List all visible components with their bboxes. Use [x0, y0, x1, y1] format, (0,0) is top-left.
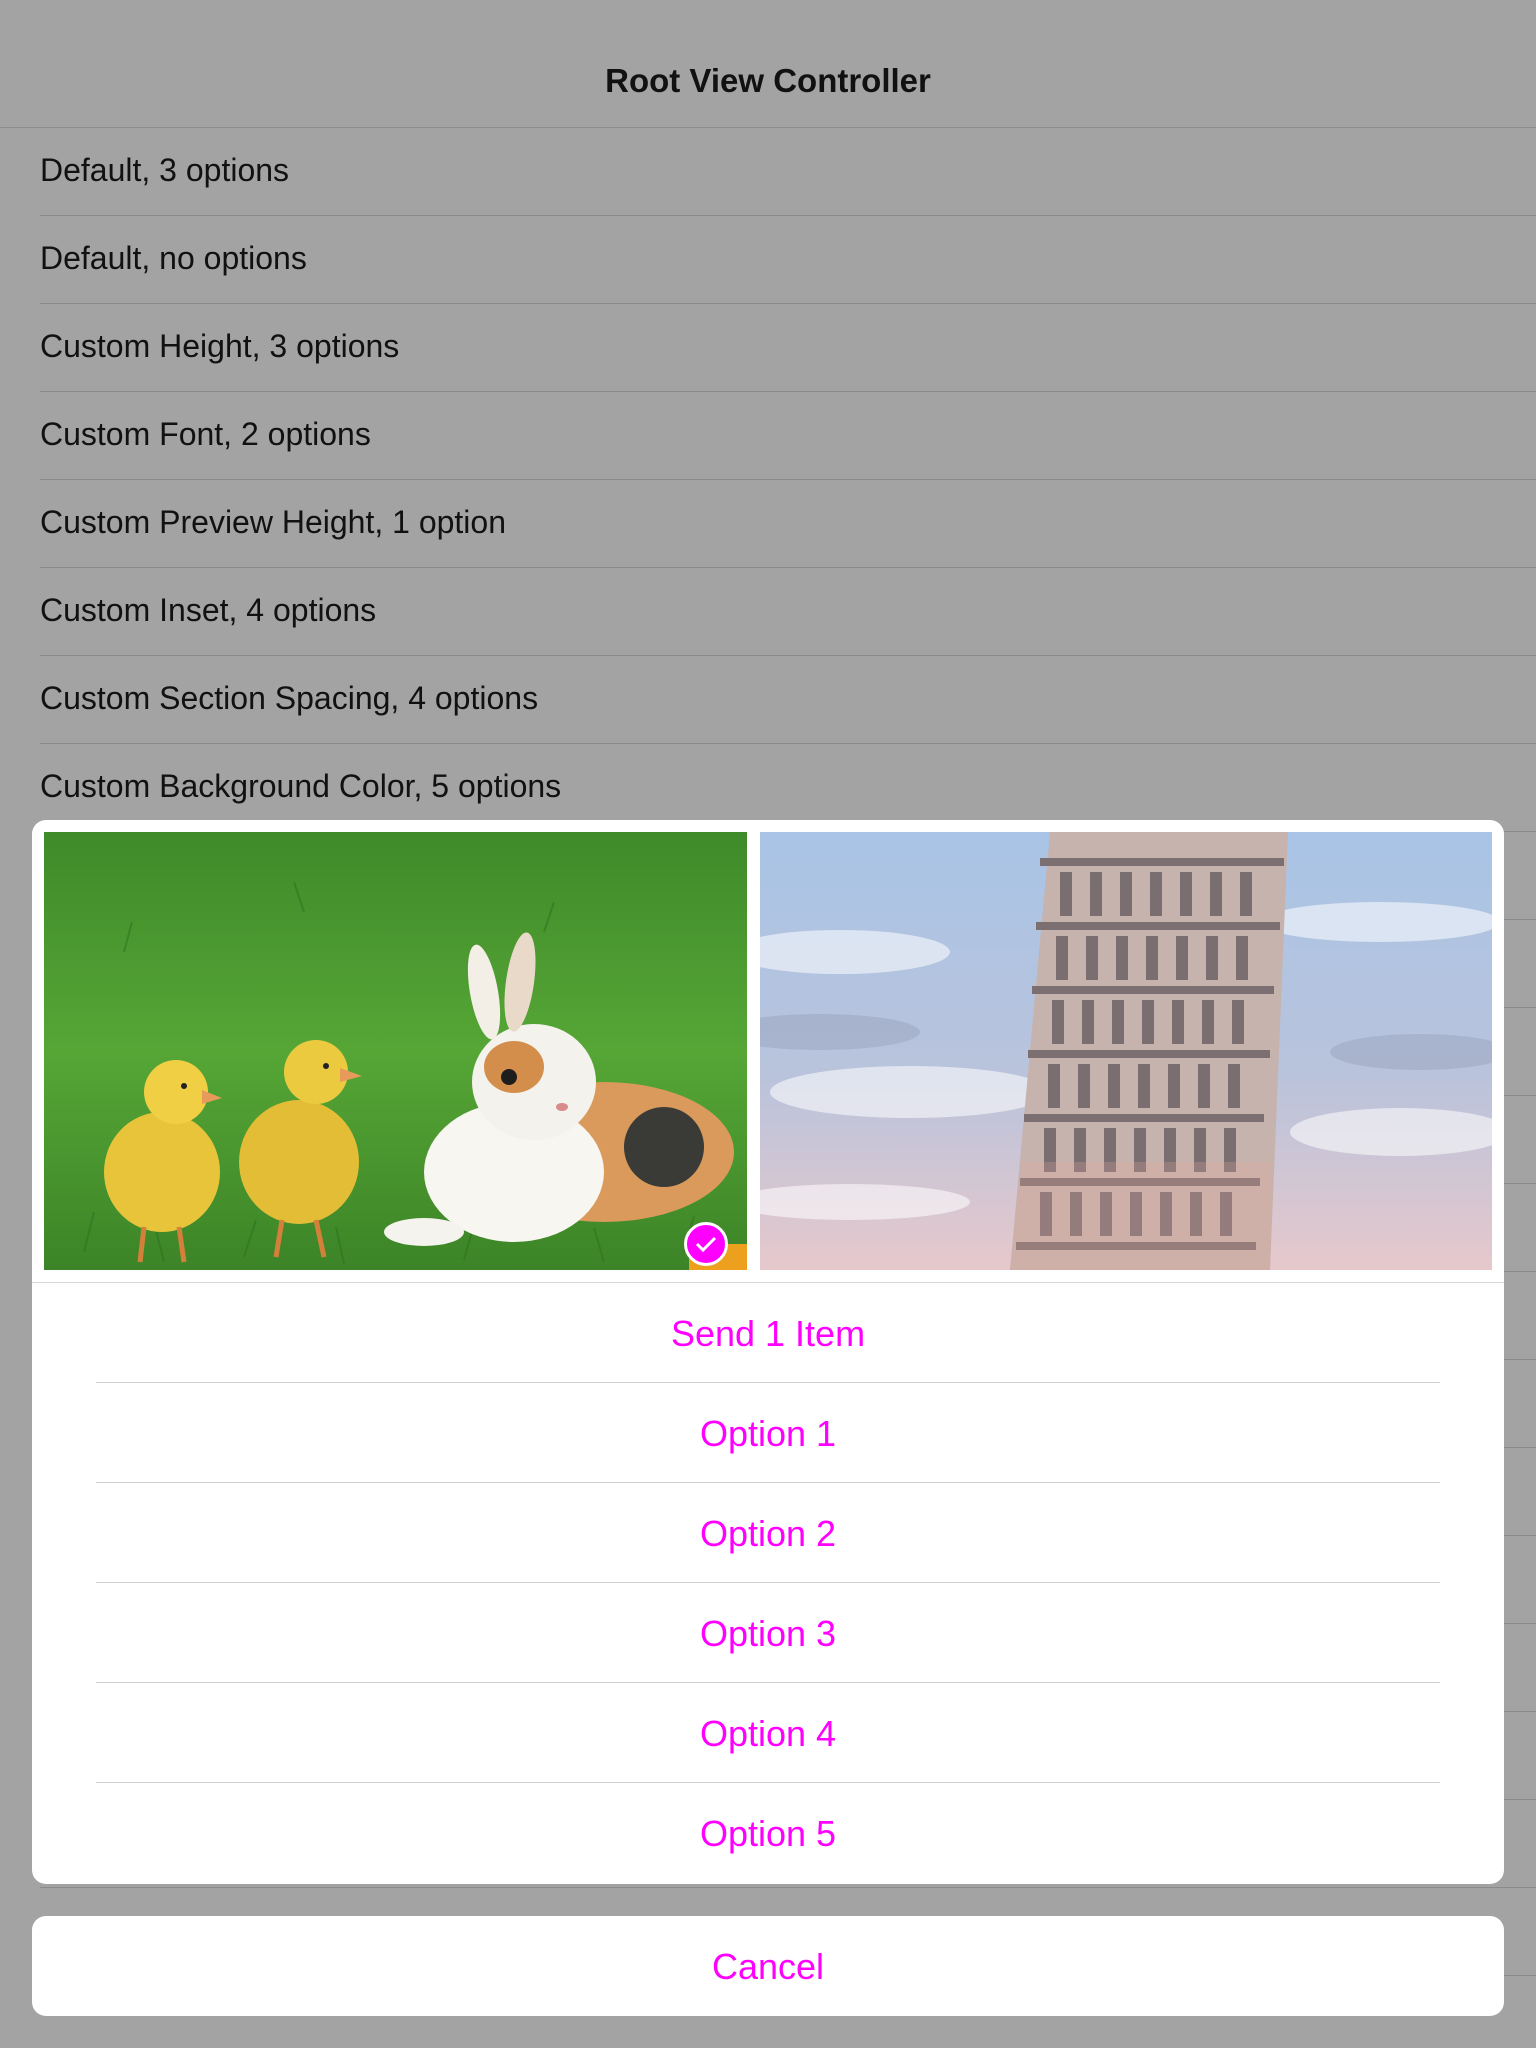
option-5-button[interactable]: Option 5: [32, 1783, 1504, 1883]
navigation-bar: Root View Controller: [0, 0, 1536, 128]
selected-check-icon[interactable]: [684, 1222, 728, 1266]
row-label: Custom Preview Height, 1 option: [40, 504, 506, 540]
ducklings-and-rabbit-photo[interactable]: [44, 832, 747, 1270]
checkmark-icon: [695, 1236, 717, 1253]
button-label: Send 1 Item: [670, 1313, 866, 1354]
button-label: Cancel: [711, 1946, 825, 1987]
image-preview-area: [32, 820, 1504, 1283]
table-row[interactable]: Default, no options: [40, 216, 1536, 304]
table-row[interactable]: Custom Preview Height, 1 option: [40, 480, 1536, 568]
row-label: Custom Inset, 4 options: [40, 592, 377, 628]
row-label: Default, 3 options: [40, 152, 290, 188]
button-label: Option 1: [699, 1413, 837, 1454]
row-label: Custom Font, 2 options: [40, 416, 371, 452]
table-row[interactable]: Custom Inset, 4 options: [40, 568, 1536, 656]
row-label: Default, no options: [40, 240, 307, 276]
page-title: Root View Controller: [605, 62, 931, 99]
send-item-button[interactable]: Send 1 Item: [32, 1283, 1504, 1383]
leaning-tower-photo[interactable]: [760, 832, 1492, 1270]
action-list: Send 1 Item Option 1 Option 2 Option 3 O…: [32, 1283, 1504, 1883]
row-label: Custom Section Spacing, 4 options: [40, 680, 539, 716]
row-label: Custom Height, 3 options: [40, 328, 400, 364]
table-row[interactable]: Custom Font, 2 options: [40, 392, 1536, 480]
photo-illustration: [760, 832, 1492, 1270]
option-1-button[interactable]: Option 1: [32, 1383, 1504, 1483]
table-row[interactable]: Custom Section Spacing, 4 options: [40, 656, 1536, 744]
button-label: Option 2: [699, 1513, 837, 1554]
table-row[interactable]: Custom Height, 3 options: [40, 304, 1536, 392]
button-label: Option 3: [699, 1613, 837, 1654]
option-3-button[interactable]: Option 3: [32, 1583, 1504, 1683]
cancel-button[interactable]: Cancel: [32, 1916, 1504, 2016]
photo-illustration: [44, 832, 747, 1270]
button-label: Option 4: [699, 1713, 837, 1754]
action-sheet: Send 1 Item Option 1 Option 2 Option 3 O…: [32, 820, 1504, 1884]
table-row[interactable]: Custom Background Color, 5 options: [40, 744, 1536, 832]
option-2-button[interactable]: Option 2: [32, 1483, 1504, 1583]
option-4-button[interactable]: Option 4: [32, 1683, 1504, 1783]
row-label: Custom Background Color, 5 options: [40, 768, 562, 804]
button-label: Option 5: [699, 1813, 837, 1854]
table-row[interactable]: Default, 3 options: [40, 128, 1536, 216]
